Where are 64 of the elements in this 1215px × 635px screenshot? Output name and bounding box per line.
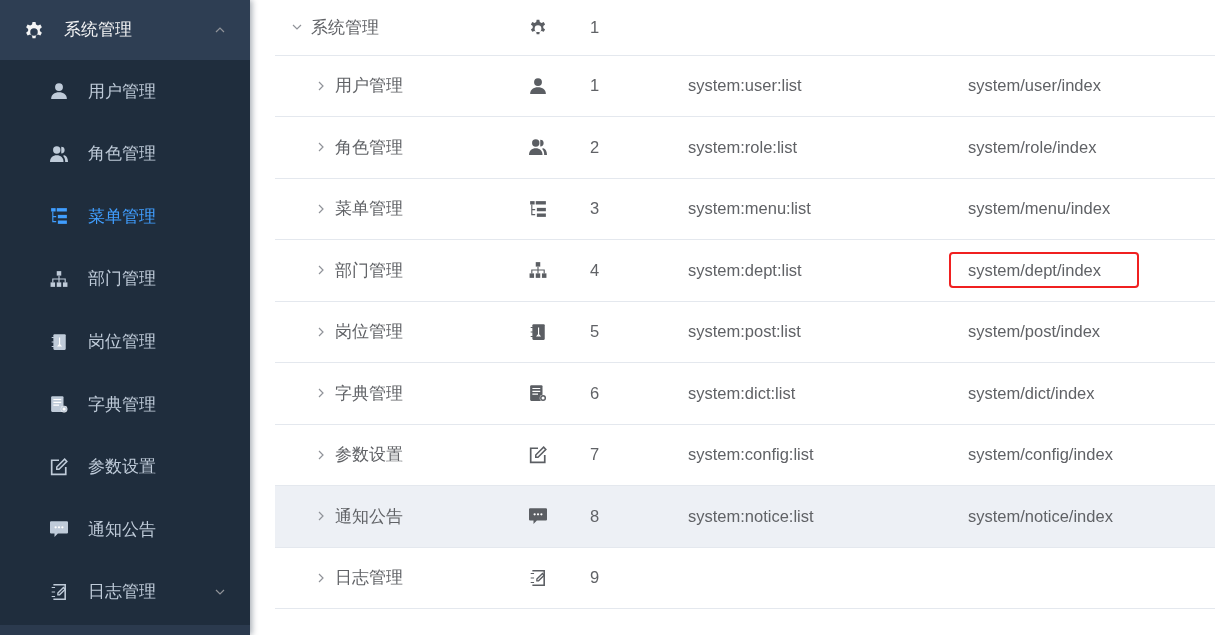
sidebar-item[interactable]: 用户管理 <box>0 60 250 123</box>
table-cell: 9 <box>590 568 600 587</box>
message-icon <box>50 520 68 539</box>
notebook-pen-icon <box>528 568 547 587</box>
table-cell: system/role/index <box>968 137 1097 156</box>
table-cell: system/config/index <box>968 445 1113 464</box>
table-cell: 1 <box>590 17 600 36</box>
sitemap-icon <box>528 261 547 280</box>
sidebar-item[interactable]: 岗位管理 <box>0 310 250 373</box>
table-cell: system/dict/index <box>968 383 1095 402</box>
table-cell: system/notice/index <box>968 506 1113 525</box>
table-cell-text: 用户管理 <box>335 75 403 97</box>
table-cell: system/user/index <box>968 76 1101 95</box>
table-cell: system:dept:list <box>688 260 802 279</box>
table-cell-text: 系统管理 <box>311 16 379 38</box>
table-cell: system:dict:list <box>688 383 796 402</box>
table-cell-text: 部门管理 <box>335 259 403 281</box>
users-icon <box>528 138 547 157</box>
table-cell-text: 参数设置 <box>335 444 403 466</box>
gear-icon <box>528 18 547 37</box>
table-cell: 5 <box>590 322 600 341</box>
table-cell: system:role:list <box>688 137 798 156</box>
document-gear-icon <box>528 384 547 403</box>
table-cell: system/post/index <box>968 322 1101 341</box>
edit-icon <box>528 445 547 464</box>
message-icon <box>528 507 547 526</box>
table-cell: system:notice:list <box>688 506 814 525</box>
table-cell-text: 字典管理 <box>335 382 403 404</box>
table-cell-text: 角色管理 <box>335 136 403 158</box>
table-cell: 3 <box>590 199 600 218</box>
document-gear-icon <box>50 395 68 414</box>
table-cell: 7 <box>590 445 600 464</box>
menu-group-label[interactable]: 系统管理 <box>64 17 132 43</box>
sidebar-item[interactable]: 角色管理 <box>0 122 250 186</box>
user-icon <box>50 82 68 101</box>
table-cell: system:post:list <box>688 322 801 341</box>
tree-list-icon <box>50 207 68 226</box>
edit-icon <box>50 457 68 476</box>
table-cell: 1 <box>590 76 600 95</box>
sidebar-item[interactable]: 部门管理 <box>0 247 250 311</box>
table-cell: 4 <box>590 260 600 279</box>
table-cell: 2 <box>590 137 600 156</box>
table-cell: system/menu/index <box>968 199 1111 218</box>
gear-icon <box>24 20 44 40</box>
table-cell-text: 岗位管理 <box>335 321 403 343</box>
table-cell: 8 <box>590 506 600 525</box>
table-cell: system:config:list <box>688 445 814 464</box>
table-cell: system:menu:list <box>688 199 811 218</box>
sidebar-item[interactable]: 通知公告 <box>0 498 250 561</box>
user-icon <box>528 76 547 95</box>
sitemap-icon <box>50 270 68 289</box>
sidebar-item[interactable]: 字典管理 <box>0 372 250 436</box>
table-cell-text: 通知公告 <box>335 505 403 527</box>
table-cell-text: 菜单管理 <box>335 198 403 220</box>
notebook-pen-icon <box>50 583 68 602</box>
sidebar-item[interactable]: 参数设置 <box>0 435 250 499</box>
sidebar-item[interactable]: 菜单管理 <box>0 185 250 248</box>
sidebar-item[interactable]: 日志管理 <box>0 560 250 624</box>
highlight-box: system/dept/index <box>949 251 1139 288</box>
users-icon <box>50 144 68 163</box>
table-cell: 6 <box>590 383 600 402</box>
table-cell-text: 日志管理 <box>335 567 403 589</box>
tree-list-icon <box>528 199 547 218</box>
table-cell: system:user:list <box>688 76 802 95</box>
